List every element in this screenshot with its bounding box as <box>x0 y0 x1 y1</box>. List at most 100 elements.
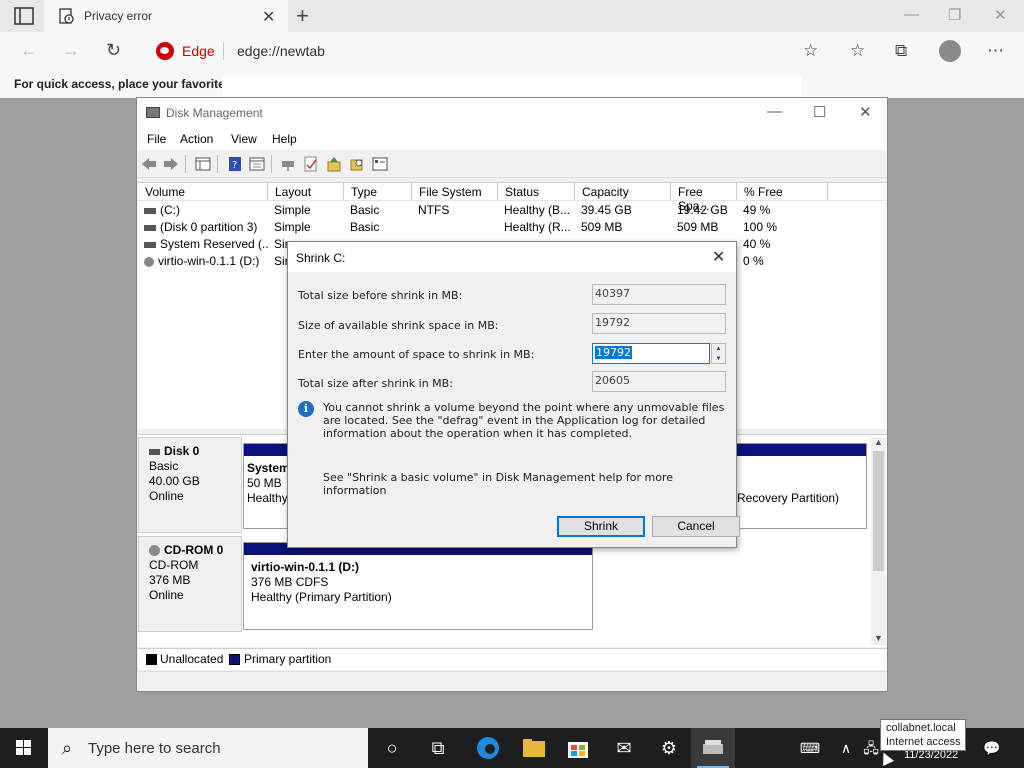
svg-text:?: ? <box>232 160 237 171</box>
file-explorer-icon[interactable] <box>512 728 556 768</box>
keyboard-icon[interactable]: ⌨ <box>796 728 824 768</box>
partition-bar <box>737 444 866 456</box>
percent-free-cell: 49 % <box>743 203 771 217</box>
help-book-icon[interactable]: ? <box>227 156 243 172</box>
column-header-type[interactable]: Type <box>344 183 412 201</box>
volume-cell: (C:) <box>144 203 268 217</box>
address-bar[interactable]: edge://newtab <box>237 43 325 59</box>
connect-disk-icon[interactable] <box>280 156 296 172</box>
column-header-layout[interactable]: Layout <box>268 183 344 201</box>
show-hide-console-icon[interactable] <box>195 156 211 172</box>
table-row[interactable]: (Disk 0 partition 3) Simple Basic Health… <box>138 219 887 236</box>
column-header-percent-free[interactable]: % Free <box>737 183 828 201</box>
column-header-status[interactable]: Status <box>498 183 575 201</box>
forward-arrow-icon[interactable] <box>163 156 179 172</box>
volume-drive-icon <box>144 207 156 214</box>
mail-icon[interactable]: ✉ <box>602 728 646 768</box>
menu-file[interactable]: File <box>147 132 166 146</box>
table-row[interactable]: (C:) Simple Basic NTFS Healthy (B... 39.… <box>138 202 887 219</box>
disk-management-app-icon <box>146 107 160 118</box>
partition-size: 50 MB <box>247 476 282 490</box>
disk-0-label[interactable]: Disk 0 Basic 40.00 GB Online <box>138 437 242 533</box>
partition-cdrom[interactable]: virtio-win-0.1.1 (D:) 376 MB CDFS Health… <box>243 542 593 630</box>
dm-close-icon[interactable]: ✕ <box>859 103 872 121</box>
task-view-icon[interactable]: ⧉ <box>416 728 460 768</box>
dm-status-bar <box>138 671 887 691</box>
notifications-icon[interactable]: 💬 <box>980 728 1004 768</box>
more-options-icon[interactable]: ⋯ <box>987 41 1004 61</box>
taskbar-search-box[interactable]: ⌕ Type here to search <box>48 728 368 768</box>
percent-free-cell: 0 % <box>743 254 764 268</box>
column-header-filesystem[interactable]: File System <box>412 183 498 201</box>
dm-maximize-icon[interactable]: ☐ <box>813 103 826 121</box>
browser-restore-icon[interactable]: ❐ <box>948 6 961 24</box>
show-hidden-icons-chevron-icon[interactable]: ∧ <box>836 728 856 768</box>
start-button[interactable] <box>0 728 48 768</box>
tab-actions-icon[interactable] <box>14 7 34 25</box>
shrink-amount-spinner[interactable]: ▲ ▼ <box>711 343 726 364</box>
disk-state: Online <box>149 588 184 602</box>
refresh-icon[interactable]: ↻ <box>106 40 121 61</box>
legend-label: Unallocated <box>160 652 224 666</box>
menu-view[interactable]: View <box>231 132 257 146</box>
shrink-amount-input[interactable]: 19792 <box>592 343 710 364</box>
back-icon[interactable]: ← <box>20 40 38 61</box>
column-header-free-space[interactable]: Free Spa... <box>671 183 737 213</box>
store-icon[interactable] <box>556 728 600 768</box>
column-header-capacity[interactable]: Capacity <box>575 183 671 201</box>
free-space-cell: 19.42 GB <box>677 203 728 217</box>
browser-tab[interactable]: Privacy error ✕ <box>44 0 288 32</box>
shrink-amount-value: 19792 <box>595 346 632 359</box>
add-favorite-icon[interactable]: ☆ <box>803 41 818 61</box>
dialog-title-bar[interactable]: Shrink C: ✕ <box>288 242 736 272</box>
column-header-volume[interactable]: Volume <box>138 183 268 201</box>
partition-status: Healthy (Primary Partition) <box>251 590 392 604</box>
dm-title-bar[interactable]: Disk Management — ☐ ✕ <box>137 98 887 128</box>
spin-down-icon[interactable]: ▼ <box>712 354 725 364</box>
menu-action[interactable]: Action <box>180 132 213 146</box>
info-message: You cannot shrink a volume beyond the po… <box>323 401 725 440</box>
cancel-button[interactable]: Cancel <box>652 516 740 537</box>
legend-swatch-unallocated <box>146 654 157 665</box>
new-tab-button[interactable]: + <box>296 3 309 29</box>
tab-close-icon[interactable]: ✕ <box>262 7 275 27</box>
browser-minimize-icon[interactable]: — <box>904 6 919 23</box>
favorites-icon[interactable]: ☆ <box>850 41 865 61</box>
scrollbar-thumb[interactable] <box>873 451 884 571</box>
search-icon: ⌕ <box>62 738 73 758</box>
legend-swatch-primary <box>229 654 240 665</box>
total-after-label: Total size after shrink in MB: <box>298 377 453 390</box>
settings-gear-icon[interactable]: ⚙ <box>647 728 691 768</box>
graph-scrollbar[interactable]: ▲ ▼ <box>871 437 886 645</box>
shrink-button[interactable]: Shrink <box>557 516 645 537</box>
filesystem-cell: NTFS <box>418 203 450 217</box>
cd-drive-icon <box>144 256 154 267</box>
profile-avatar[interactable] <box>939 40 961 62</box>
cdrom-0-label[interactable]: CD-ROM 0 CD-ROM 376 MB Online <box>138 536 242 632</box>
browser-toolbar: ← → ↻ Edge edge://newtab ☆ ☆ ⧉ ⋯ <box>0 32 1024 70</box>
check-icon[interactable] <box>303 156 319 172</box>
menu-help[interactable]: Help <box>272 132 297 146</box>
browser-close-icon[interactable]: ✕ <box>994 6 1007 24</box>
cortana-icon[interactable]: ○ <box>370 728 414 768</box>
view-list-icon[interactable] <box>372 156 388 172</box>
edge-taskbar-icon[interactable] <box>466 728 510 768</box>
spin-up-icon[interactable]: ▲ <box>712 344 725 354</box>
edge-logo-icon <box>477 737 499 759</box>
partition-status: Healthy <box>247 491 288 505</box>
layout-cell: Simple <box>274 220 311 234</box>
network-icon[interactable]: 🖧 <box>860 728 882 768</box>
search-folder-icon[interactable] <box>349 156 365 172</box>
dm-minimize-icon[interactable]: — <box>767 103 782 120</box>
partition-recovery[interactable]: Recovery Partition) <box>736 443 867 529</box>
properties-icon[interactable] <box>249 156 265 172</box>
disk-management-taskbar-icon[interactable] <box>691 728 735 768</box>
import-icon[interactable] <box>326 156 342 172</box>
dialog-close-icon[interactable]: ✕ <box>712 247 725 267</box>
scroll-up-icon[interactable]: ▲ <box>874 437 883 447</box>
scroll-down-icon[interactable]: ▼ <box>874 633 883 643</box>
cd-drive-icon <box>149 545 160 557</box>
back-arrow-icon[interactable] <box>141 156 157 172</box>
forward-icon[interactable]: → <box>62 40 80 61</box>
collections-icon[interactable]: ⧉ <box>895 41 907 61</box>
